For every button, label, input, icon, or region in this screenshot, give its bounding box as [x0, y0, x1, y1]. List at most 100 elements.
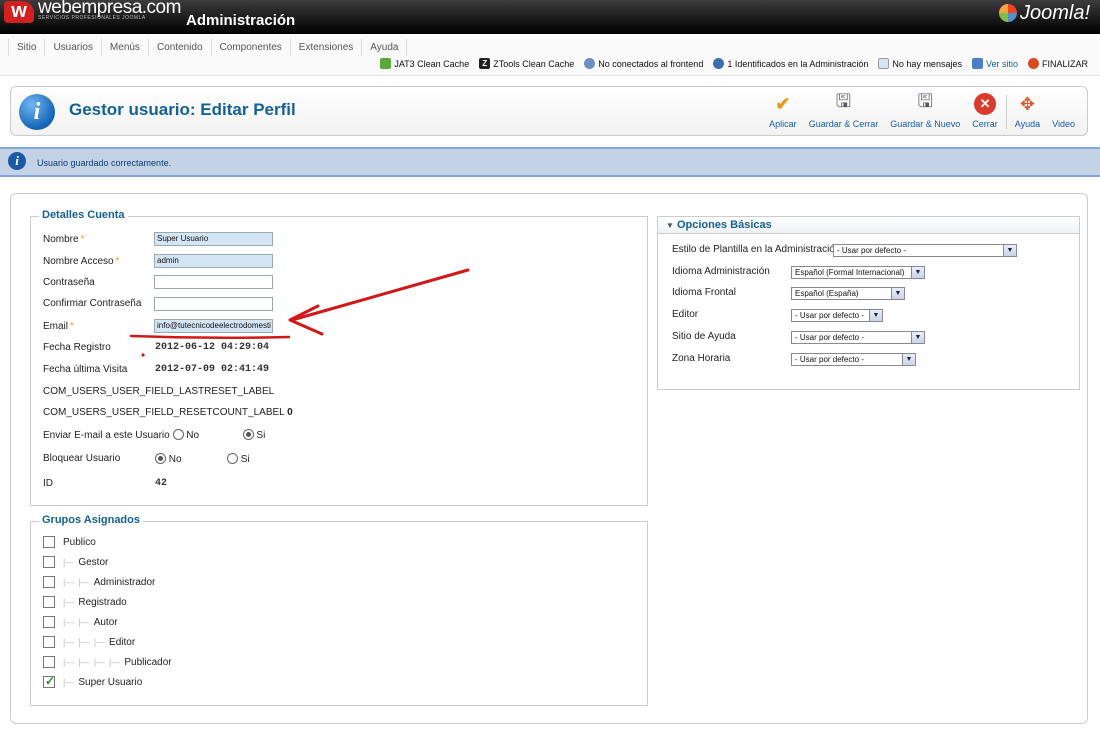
timezone-value: - Usar por defecto -	[795, 355, 864, 364]
messages-status[interactable]: No hay mensajes	[878, 58, 962, 69]
ztools-clean-cache-link[interactable]: Z ZTools Clean Cache	[479, 58, 574, 69]
required-star: *	[115, 256, 120, 267]
admin-language-select[interactable]: Español (Formal Internacional) ▼	[791, 266, 925, 279]
close-button[interactable]: ✕ Cerrar	[966, 93, 1004, 129]
chevron-down-icon: ▼	[869, 310, 882, 321]
menu-contenido[interactable]: Contenido	[149, 39, 212, 56]
group-label: Super Usuario	[78, 676, 143, 688]
triangle-down-icon: ▼	[666, 221, 674, 230]
editor-label: Editor	[672, 309, 699, 320]
group-checkbox[interactable]	[43, 616, 55, 628]
view-site-link[interactable]: Ver sitio	[971, 58, 1018, 69]
users-icon	[584, 58, 596, 69]
required-star: *	[80, 234, 85, 245]
group-checkbox[interactable]	[43, 556, 55, 568]
jat3-clean-cache-link[interactable]: JAT3 Clean Cache	[380, 58, 469, 69]
help-site-select[interactable]: - Usar por defecto - ▼	[791, 331, 925, 344]
menu-usuarios[interactable]: Usuarios	[45, 39, 102, 56]
admin-header: w webempresa.com SERVICIOS PROFESIONALES…	[0, 0, 1100, 34]
toolbar-divider	[1005, 95, 1007, 129]
group-item: Publico	[43, 536, 96, 548]
help-site-label: Sitio de Ayuda	[672, 331, 736, 342]
tree-indent: |—	[63, 617, 75, 627]
info-icon: i	[19, 94, 55, 130]
save-new-button[interactable]: 🖫 Guardar & Nuevo	[884, 91, 966, 129]
site-language-select[interactable]: Español (España) ▼	[791, 287, 905, 300]
username-label-text: Nombre Acceso	[43, 256, 114, 267]
menu-componentes[interactable]: Componentes	[212, 39, 291, 56]
video-button[interactable]: Video	[1046, 93, 1081, 129]
save-close-button[interactable]: 🖫 Guardar & Cerrar	[803, 91, 885, 129]
chevron-down-icon: ▼	[902, 354, 915, 365]
group-label: Publicador	[124, 656, 172, 668]
user-icon	[713, 58, 725, 69]
menu-extensiones[interactable]: Extensiones	[291, 39, 363, 56]
block-yes-option: Si	[227, 453, 250, 465]
apply-label: Aplicar	[769, 119, 797, 129]
power-icon	[1027, 58, 1039, 69]
save-new-label: Guardar & Nuevo	[890, 119, 961, 129]
group-checkbox[interactable]	[43, 674, 55, 688]
menu-sitio[interactable]: Sitio	[8, 39, 46, 56]
group-checkbox[interactable]	[43, 536, 55, 548]
logout-link[interactable]: FINALIZAR	[1027, 58, 1088, 69]
joomla-icon	[998, 4, 1017, 22]
message-text: Usuario guardado correctamente.	[37, 158, 172, 168]
block-no-radio[interactable]	[155, 453, 166, 464]
send-email-label: Enviar E-mail a este Usuario	[43, 430, 170, 441]
username-input[interactable]: admin	[154, 254, 273, 268]
name-label: Nombre *	[43, 234, 84, 245]
register-date-label: Fecha Registro	[43, 342, 111, 353]
messages-label: No hay mensajes	[892, 58, 962, 69]
group-item: |— |— |— Editor	[43, 636, 135, 648]
send-email-yes-radio[interactable]	[242, 429, 254, 440]
group-item: |— |— |— |— Publicador	[43, 656, 172, 668]
help-button[interactable]: ✥ Ayuda	[1009, 93, 1046, 130]
menu-menus[interactable]: Menús	[102, 39, 149, 56]
save-close-label: Guardar & Cerrar	[808, 119, 879, 129]
jat3-label: JAT3 Clean Cache	[394, 58, 470, 69]
monitor-icon	[971, 58, 983, 69]
menu-bar: Sitio Usuarios Menús Contenido Component…	[0, 34, 1100, 76]
apply-button[interactable]: ✔ Aplicar	[763, 93, 803, 130]
editor-select[interactable]: - Usar por defecto - ▼	[791, 309, 883, 322]
toolbar: ✔ Aplicar 🖫 Guardar & Cerrar 🖫 Guardar & Nu…	[763, 91, 1081, 130]
send-email-no-radio[interactable]	[172, 429, 184, 440]
help-label: Ayuda	[1014, 119, 1041, 129]
timezone-select[interactable]: - Usar por defecto - ▼	[791, 353, 916, 366]
confirm-password-label: Confirmar Contraseña	[43, 298, 142, 309]
email-input[interactable]: info@tutecnicodeelectrodomesti	[154, 319, 273, 333]
block-yes-radio[interactable]	[227, 453, 238, 464]
confirm-password-input[interactable]	[154, 297, 273, 311]
options-header[interactable]: ▼ Opciones Básicas	[658, 217, 1079, 234]
template-select[interactable]: - Usar por defecto - ▼	[833, 244, 1017, 257]
block-user-label: Bloquear Usuario	[43, 453, 121, 464]
toolbar-box: i Gestor usuario: Editar Perfil ✔ Aplicar…	[10, 86, 1088, 136]
group-checkbox[interactable]	[43, 576, 55, 588]
tree-indent: |—	[63, 637, 75, 647]
groups-legend: Grupos Asignados	[39, 514, 143, 526]
last-visit-label: Fecha última Visita	[43, 364, 128, 375]
tree-indent: |—	[63, 577, 75, 587]
name-input[interactable]: Super Usuario	[154, 232, 273, 246]
group-checkbox[interactable]	[43, 636, 55, 648]
group-label: Registrado	[78, 596, 127, 608]
ztools-label: ZTools Clean Cache	[493, 58, 575, 69]
group-checkbox[interactable]	[43, 596, 55, 608]
group-item: |— |— Administrador	[43, 576, 155, 588]
account-legend: Detalles Cuenta	[39, 209, 128, 221]
chevron-down-icon: ▼	[911, 332, 924, 343]
group-checkbox[interactable]	[43, 656, 55, 668]
joomla-brand: Joomla!	[1019, 2, 1090, 24]
password-input[interactable]	[154, 275, 273, 289]
save-icon: 🖫	[835, 91, 852, 111]
block-no-label: No	[168, 454, 182, 465]
tree-indent: |—	[63, 657, 75, 667]
frontend-users-status: No conectados al frontend	[584, 58, 703, 69]
options-legend: Opciones Básicas	[676, 219, 772, 231]
joomla-logo: Joomla!	[998, 2, 1090, 25]
menu-ayuda[interactable]: Ayuda	[362, 39, 408, 56]
email-label-text: Email	[43, 321, 69, 332]
reset-count-value: 0	[287, 407, 293, 418]
tree-indent: |—	[93, 657, 106, 667]
